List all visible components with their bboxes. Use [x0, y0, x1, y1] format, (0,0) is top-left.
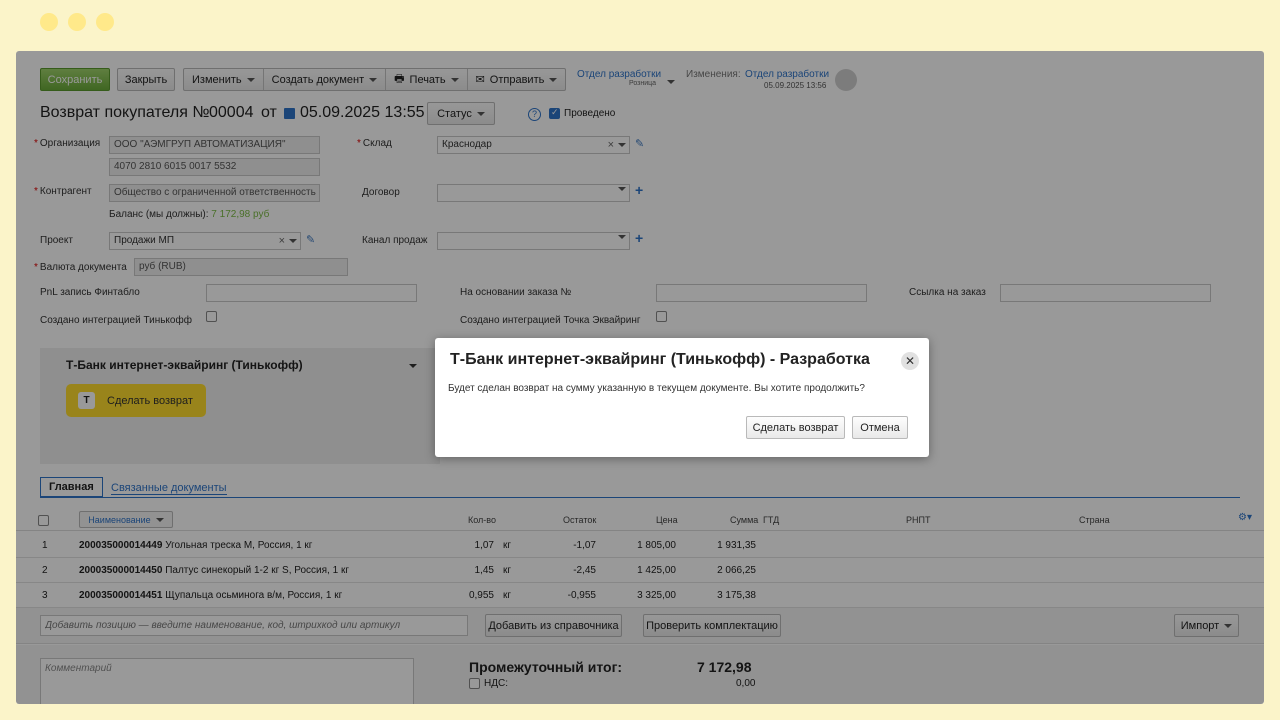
window-controls	[40, 13, 114, 31]
dialog-message: Будет сделан возврат на сумму указанную …	[448, 383, 865, 394]
app-window: Сохранить Закрыть Изменить Создать докум…	[16, 51, 1264, 704]
window-dot-minimize[interactable]	[68, 13, 86, 31]
window-dot-maximize[interactable]	[96, 13, 114, 31]
refund-confirm-dialog: Т-Банк интернет-эквайринг (Тинькофф) - Р…	[435, 338, 929, 457]
confirm-refund-button[interactable]: Сделать возврат	[746, 416, 845, 439]
cancel-button[interactable]: Отмена	[852, 416, 908, 439]
window-dot-close[interactable]	[40, 13, 58, 31]
dialog-title: Т-Банк интернет-эквайринг (Тинькофф) - Р…	[450, 351, 870, 368]
close-icon[interactable]: ✕	[901, 352, 919, 370]
